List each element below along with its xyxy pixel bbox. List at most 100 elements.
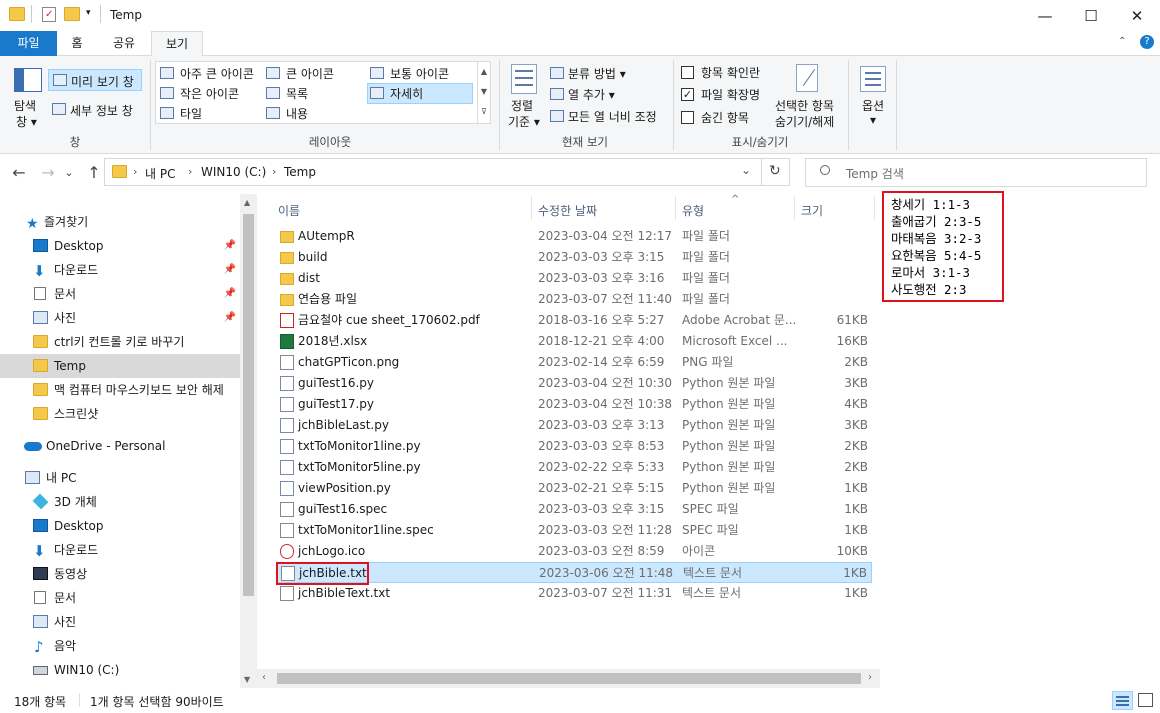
breadcrumb-drive[interactable]: WIN10 (C:) <box>201 165 266 179</box>
scroll-down-icon[interactable]: ▼ <box>244 675 250 684</box>
group-by-button[interactable]: 분류 방법 ▾ <box>548 64 668 83</box>
large-icons-view-icon[interactable] <box>1138 693 1153 707</box>
scroll-thumb[interactable] <box>277 673 861 684</box>
nav-folder-mac[interactable]: 맥 컴퓨터 마우스키보드 보안 해제 <box>0 378 240 402</box>
nav-pane-scrollbar[interactable]: ▲ ▼ <box>240 194 257 688</box>
fit-columns-button[interactable]: 모든 열 너비 조정 <box>548 107 668 126</box>
file-row[interactable]: jchBibleText.txt 2023-03-07 오전 11:31 텍스트 문… <box>276 583 872 604</box>
layout-tiles[interactable]: 타일 <box>158 104 262 123</box>
nav-downloads[interactable]: ⬇ 다운로드 📌 <box>0 258 240 282</box>
breadcrumb-temp[interactable]: Temp <box>284 165 316 179</box>
item-checkboxes-checkbox[interactable] <box>681 66 694 79</box>
hide-selected-button-line2[interactable]: 숨기기/해제 <box>775 113 834 130</box>
tab-home[interactable]: 홈 <box>57 31 97 56</box>
file-row[interactable]: AUtempR 2023-03-04 오전 12:17 파일 폴더 <box>276 226 872 247</box>
column-header-name[interactable]: 이름 <box>278 202 300 219</box>
file-row[interactable]: 연습용 파일 2023-03-07 오전 11:40 파일 폴더 <box>276 289 872 310</box>
column-header-date[interactable]: 수정한 날짜 <box>538 202 597 219</box>
details-view-icon[interactable] <box>1112 691 1133 710</box>
file-row[interactable]: txtToMonitor1line.spec 2023-03-03 오전 11:2… <box>276 520 872 541</box>
layout-list[interactable]: 목록 <box>264 84 364 103</box>
file-row[interactable]: txtToMonitor1line.py 2023-03-03 오후 8:53 Py… <box>276 436 872 457</box>
divider[interactable] <box>675 196 676 220</box>
pin-icon[interactable]: 📌 <box>224 306 236 330</box>
chevron-up-icon[interactable]: ⌃ <box>1118 36 1126 47</box>
options-dropdown-icon[interactable]: ▾ <box>870 113 876 127</box>
horizontal-scrollbar[interactable]: ‹ › <box>257 669 880 688</box>
breadcrumb-separator[interactable]: › <box>188 165 192 178</box>
file-row[interactable]: guiTest16.spec 2023-03-03 오후 3:15 SPEC 파일 1… <box>276 499 872 520</box>
file-row[interactable]: dist 2023-03-03 오후 3:16 파일 폴더 <box>276 268 872 289</box>
nav-pc-downloads[interactable]: ⬇ 다운로드 <box>0 538 240 562</box>
preview-pane-button[interactable]: 미리 보기 창 <box>48 69 142 91</box>
nav-folder-temp[interactable]: Temp <box>0 354 240 378</box>
pin-icon[interactable]: 📌 <box>224 258 236 282</box>
nav-pc-music[interactable]: ♪ 음악 <box>0 634 240 658</box>
file-row[interactable]: guiTest16.py 2023-03-04 오전 10:30 Python 원본… <box>276 373 872 394</box>
close-button[interactable]: ✕ <box>1114 0 1160 31</box>
add-column-button[interactable]: 열 추가 ▾ <box>548 85 668 104</box>
pin-icon[interactable]: 📌 <box>224 282 236 306</box>
layout-medium-icons[interactable]: 보통 아이콘 <box>368 64 472 83</box>
scroll-right-icon[interactable]: › <box>868 672 872 683</box>
column-header-type[interactable]: 유형 <box>682 202 704 219</box>
file-row[interactable]: jchLogo.ico 2023-03-03 오전 8:59 아이콘 10KB <box>276 541 872 562</box>
sort-by-button-line2[interactable]: 기준 ▾ <box>508 113 540 130</box>
nav-pc-pictures[interactable]: 사진 <box>0 610 240 634</box>
file-extensions-checkbox[interactable]: ✓ <box>681 88 694 101</box>
divider[interactable] <box>531 196 532 220</box>
item-checkboxes-toggle[interactable]: 항목 확인란 <box>681 64 781 82</box>
recent-locations-button[interactable]: ⌄ <box>62 163 76 183</box>
nav-pc-documents[interactable]: 문서 <box>0 586 240 610</box>
nav-desktop[interactable]: Desktop 📌 <box>0 234 240 258</box>
minimize-button[interactable]: — <box>1022 0 1068 31</box>
back-button[interactable]: ← <box>9 163 29 183</box>
address-box[interactable]: › 내 PC › WIN10 (C:) › Temp ⌄ ↻ <box>104 158 790 186</box>
hidden-items-toggle[interactable]: 숨긴 항목 <box>681 109 781 127</box>
nav-folder-ctrl[interactable]: ctrl키 컨트롤 키로 바꾸기 <box>0 330 240 354</box>
tab-share[interactable]: 공유 <box>102 31 146 56</box>
nav-pc-drive-c[interactable]: WIN10 (C:) <box>0 658 240 682</box>
refresh-button[interactable]: ↻ <box>769 163 781 179</box>
file-row[interactable]: 금요철야 cue sheet_170602.pdf 2018-03-16 오후 5… <box>276 310 872 331</box>
nav-folder-screenshots[interactable]: 스크린샷 <box>0 402 240 426</box>
nav-pictures[interactable]: 사진 📌 <box>0 306 240 330</box>
nav-quick-access[interactable]: ★ 즐겨찾기 <box>0 210 240 234</box>
file-row[interactable]: build 2023-03-03 오후 3:15 파일 폴더 <box>276 247 872 268</box>
hide-selected-button-line1[interactable]: 선택한 항목 <box>775 97 834 114</box>
layout-large-icons[interactable]: 큰 아이콘 <box>264 64 364 83</box>
breadcrumb-this-pc[interactable]: 내 PC <box>145 165 175 182</box>
maximize-button[interactable]: ☐ <box>1068 0 1114 31</box>
options-button[interactable]: 옵션 <box>862 97 884 114</box>
scroll-up-icon[interactable]: ▲ <box>244 198 250 207</box>
tab-file[interactable]: 파일 <box>0 31 57 56</box>
divider[interactable] <box>874 196 875 220</box>
nav-documents[interactable]: 문서 📌 <box>0 282 240 306</box>
nav-pane-button-line2[interactable]: 창 ▾ <box>16 113 37 130</box>
file-row[interactable]: jchBibleLast.py 2023-03-03 오후 3:13 Python … <box>276 415 872 436</box>
file-row[interactable]: guiTest17.py 2023-03-04 오전 10:38 Python 원본… <box>276 394 872 415</box>
details-pane-button[interactable]: 세부 정보 창 <box>48 99 142 121</box>
forward-button[interactable]: → <box>38 163 58 183</box>
sort-by-button-line1[interactable]: 정렬 <box>511 97 533 114</box>
nav-pc-videos[interactable]: 동영상 <box>0 562 240 586</box>
tab-view[interactable]: 보기 <box>151 31 203 57</box>
hidden-items-checkbox[interactable] <box>681 111 694 124</box>
file-row[interactable]: viewPosition.py 2023-02-21 오후 5:15 Python … <box>276 478 872 499</box>
nav-pc-desktop[interactable]: Desktop <box>0 514 240 538</box>
quick-access-dropdown-icon[interactable]: ▾ <box>86 8 91 18</box>
layout-extra-large-icons[interactable]: 아주 큰 아이콘 <box>158 64 262 83</box>
scroll-thumb[interactable] <box>243 214 254 596</box>
file-row[interactable]: chatGPTicon.png 2023-02-14 오후 6:59 PNG 파일 2… <box>276 352 872 373</box>
help-icon[interactable]: ? <box>1140 35 1154 49</box>
layout-small-icons[interactable]: 작은 아이콘 <box>158 84 262 103</box>
new-folder-icon[interactable] <box>64 7 80 21</box>
up-button[interactable]: ↑ <box>84 163 104 183</box>
scroll-left-icon[interactable]: ‹ <box>262 672 266 683</box>
column-header-size[interactable]: 크기 <box>801 202 823 219</box>
search-input[interactable]: Temp 검색 <box>805 158 1147 187</box>
divider[interactable] <box>794 196 795 220</box>
pin-icon[interactable]: 📌 <box>224 234 236 258</box>
properties-icon[interactable]: ✓ <box>42 7 56 22</box>
breadcrumb-separator[interactable]: › <box>133 165 137 178</box>
